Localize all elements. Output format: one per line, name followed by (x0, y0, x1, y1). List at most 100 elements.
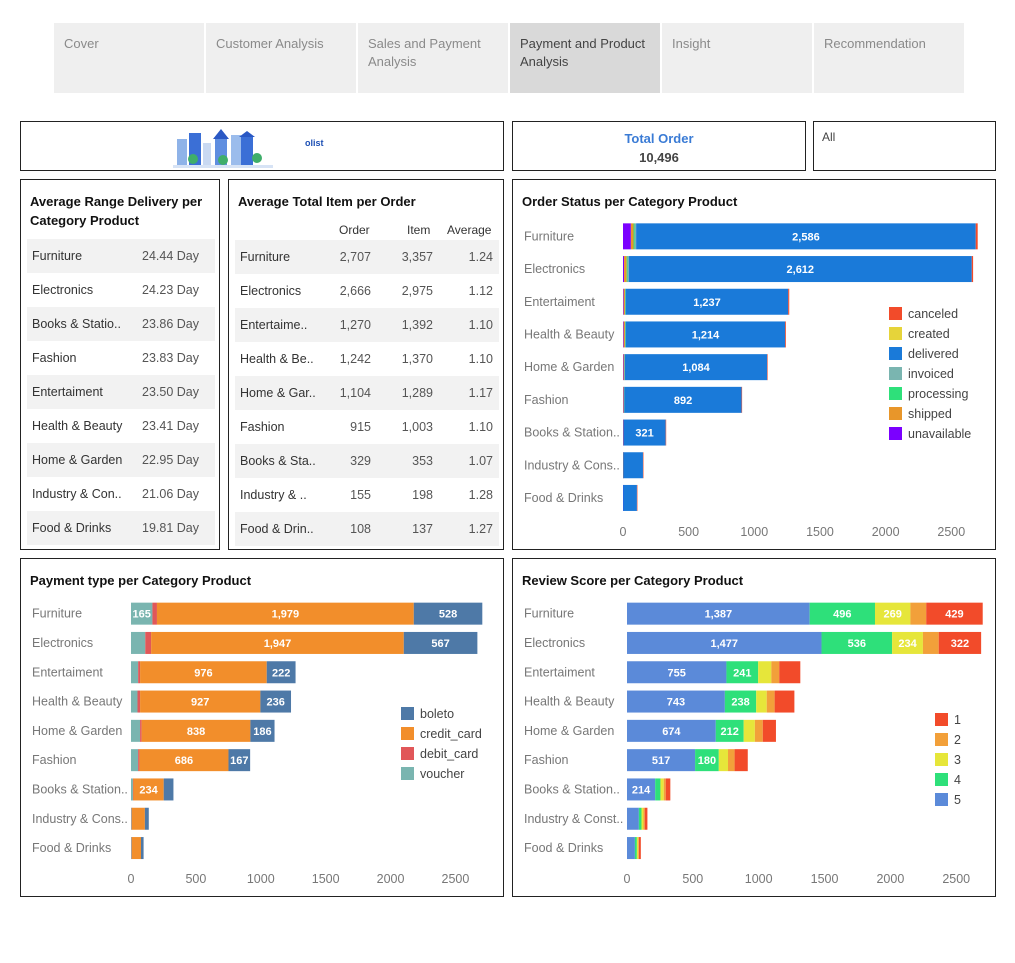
delivery-table-row[interactable]: Books & Statio.. 23.86 Day (27, 307, 215, 341)
bar-segment-1[interactable] (779, 661, 801, 684)
bar-segment-1[interactable] (762, 719, 776, 742)
bar-segment-2[interactable] (922, 631, 939, 654)
item-table-row[interactable]: Industry & .. 155 198 1.28 (235, 478, 499, 512)
bar-segment-3[interactable] (743, 719, 755, 742)
legend-label[interactable]: debit_card (420, 747, 478, 761)
item-table-row[interactable]: Home & Gar.. 1,104 1,289 1.17 (235, 376, 499, 410)
bar-segment-3[interactable] (641, 807, 644, 830)
tab-sales-and-payment-analysis[interactable]: Sales and Payment Analysis (358, 23, 508, 93)
legend-label[interactable]: voucher (420, 767, 464, 781)
tab-customer-analysis[interactable]: Customer Analysis (206, 23, 356, 93)
bar-segment-2[interactable] (910, 602, 927, 625)
bar-segment-voucher[interactable] (131, 837, 132, 860)
category-filter[interactable]: All (813, 121, 996, 171)
bar-segment-canceled[interactable] (642, 452, 644, 479)
bar-segment-voucher[interactable] (131, 749, 139, 772)
bar-segment-3[interactable] (718, 749, 729, 772)
bar-segment-canceled[interactable] (975, 223, 978, 250)
item-table-row[interactable]: Health & Be.. 1,242 1,370 1.10 (235, 342, 499, 376)
bar-segment-2[interactable] (663, 778, 666, 801)
item-table-row[interactable]: Fashion 915 1,003 1.10 (235, 410, 499, 444)
bar-segment-processing[interactable] (633, 223, 635, 250)
delivery-table-row[interactable]: Electronics 24.23 Day (27, 273, 215, 307)
legend-label[interactable]: 3 (954, 753, 961, 767)
bar-segment-unavailable[interactable] (623, 223, 631, 250)
legend-label[interactable]: shipped (908, 407, 952, 421)
bar-segment-delivered[interactable] (623, 484, 637, 511)
bar-segment-debit-card[interactable] (137, 690, 141, 713)
bar-segment-4[interactable] (638, 807, 642, 830)
bar-segment-voucher[interactable] (131, 661, 139, 684)
bar-segment-debit-card[interactable] (140, 719, 142, 742)
delivery-table-row[interactable]: Entertaiment 23.50 Day (27, 375, 215, 409)
bar-segment-canceled[interactable] (788, 288, 790, 315)
item-table-row[interactable]: Electronics 2,666 2,975 1.12 (235, 274, 499, 308)
bar-segment-shipped[interactable] (623, 354, 625, 381)
bar-segment-credit-card[interactable] (131, 807, 145, 830)
delivery-table-row[interactable]: Food & Drinks 19.81 Day (27, 511, 215, 545)
bar-segment-canceled[interactable] (741, 386, 743, 413)
legend-label[interactable]: unavailable (908, 427, 971, 441)
item-table-row[interactable]: Furniture 2,707 3,357 1.24 (235, 240, 499, 274)
bar-segment-2[interactable] (771, 661, 780, 684)
item-table-row[interactable]: Food & Drin.. 108 137 1.27 (235, 512, 499, 546)
bar-segment-canceled[interactable] (665, 419, 667, 446)
bar-segment-unavailable[interactable] (623, 354, 624, 381)
legend-label[interactable]: invoiced (908, 367, 954, 381)
bar-segment-2[interactable] (754, 719, 763, 742)
item-table-row[interactable]: Entertaime.. 1,270 1,392 1.10 (235, 308, 499, 342)
legend-label[interactable]: delivered (908, 347, 959, 361)
bar-segment-1[interactable] (734, 749, 748, 772)
bar-segment-invoiced[interactable] (634, 223, 637, 250)
bar-segment-voucher[interactable] (131, 719, 141, 742)
bar-segment-canceled[interactable] (971, 256, 974, 283)
bar-segment-1[interactable] (638, 837, 641, 860)
delivery-table-row[interactable]: Fashion 23.83 Day (27, 341, 215, 375)
bar-segment-5[interactable] (627, 807, 639, 830)
bar-segment-voucher[interactable] (131, 778, 133, 801)
bar-segment-shipped[interactable] (624, 256, 627, 283)
bar-segment-boleto[interactable] (144, 807, 149, 830)
bar-segment-3[interactable] (758, 661, 772, 684)
delivery-table-row[interactable]: Home & Garden 22.95 Day (27, 443, 215, 477)
legend-label[interactable]: created (908, 327, 950, 341)
bar-segment-2[interactable] (728, 749, 735, 772)
bar-segment-2[interactable] (638, 837, 639, 860)
delivery-table-row[interactable]: Industry & Con.. 21.06 Day (27, 477, 215, 511)
legend-label[interactable]: 1 (954, 713, 961, 727)
bar-segment-unavailable[interactable] (623, 321, 624, 348)
legend-label[interactable]: 4 (954, 773, 961, 787)
bar-segment-processing[interactable] (626, 256, 628, 283)
bar-segment-credit-card[interactable] (131, 837, 141, 860)
bar-segment-canceled[interactable] (636, 484, 638, 511)
bar-segment-debit-card[interactable] (138, 749, 140, 772)
bar-segment-voucher[interactable] (131, 690, 138, 713)
bar-segment-voucher[interactable] (131, 807, 132, 830)
bar-segment-shipped[interactable] (623, 386, 624, 413)
bar-segment-shipped[interactable] (623, 321, 625, 348)
bar-segment-3[interactable] (756, 690, 767, 713)
tab-insight[interactable]: Insight (662, 23, 812, 93)
bar-segment-4[interactable] (634, 837, 637, 860)
bar-segment-2[interactable] (766, 690, 775, 713)
legend-label[interactable]: boleto (420, 707, 454, 721)
item-table-row[interactable]: Books & Sta.. 329 353 1.07 (235, 444, 499, 478)
legend-label[interactable]: canceled (908, 307, 958, 321)
bar-segment-boleto[interactable] (140, 837, 144, 860)
bar-segment-invoiced[interactable] (627, 256, 629, 283)
legend-label[interactable]: 2 (954, 733, 961, 747)
legend-label[interactable]: processing (908, 387, 968, 401)
bar-segment-delivered[interactable] (623, 452, 643, 479)
bar-segment-debit-card[interactable] (152, 602, 157, 625)
bar-segment-debit-card[interactable] (138, 661, 141, 684)
bar-segment-canceled[interactable] (767, 354, 768, 381)
bar-segment-unavailable[interactable] (623, 288, 624, 315)
bar-segment-4[interactable] (655, 778, 661, 801)
bar-segment-5[interactable] (627, 837, 635, 860)
bar-segment-voucher[interactable] (131, 631, 146, 654)
bar-segment-3[interactable] (636, 837, 639, 860)
tab-cover[interactable]: Cover (54, 23, 204, 93)
bar-segment-1[interactable] (774, 690, 795, 713)
bar-segment-shipped[interactable] (630, 223, 634, 250)
legend-label[interactable]: 5 (954, 793, 961, 807)
